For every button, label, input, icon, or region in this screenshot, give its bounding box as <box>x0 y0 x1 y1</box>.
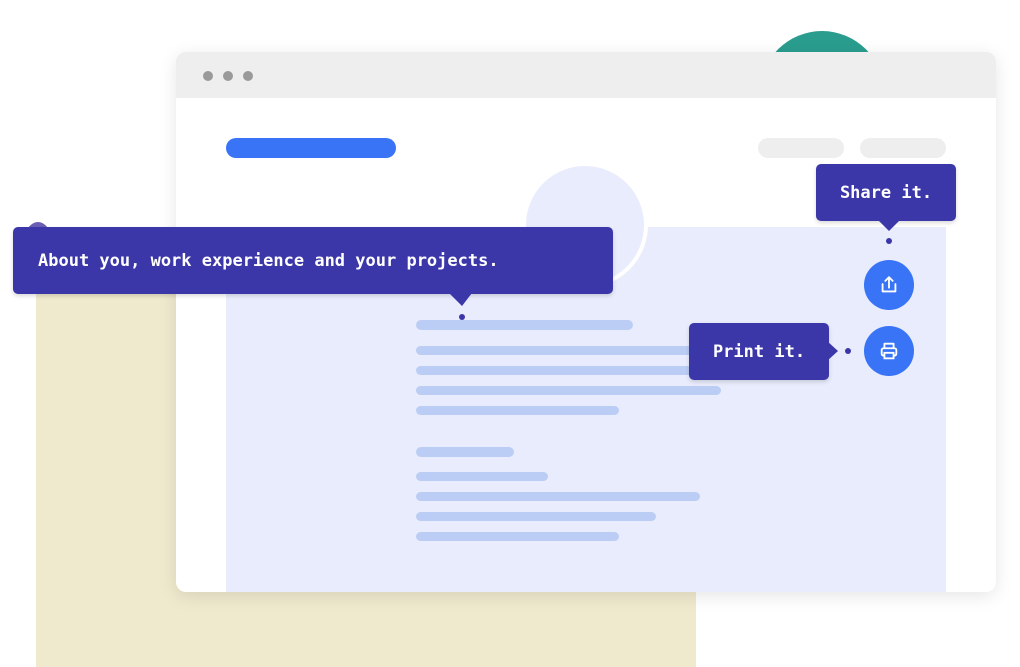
printer-icon <box>880 342 898 360</box>
logo-placeholder <box>226 138 396 158</box>
window-dot <box>223 71 233 81</box>
tooltip-share: Share it. <box>816 164 956 221</box>
text-placeholder <box>416 512 656 521</box>
tooltip-about-text: About you, work experience and your proj… <box>38 250 499 271</box>
tooltip-print-text: Print it. <box>712 341 806 362</box>
print-button[interactable] <box>864 326 914 376</box>
browser-window <box>176 52 996 592</box>
share-icon <box>881 276 897 293</box>
text-placeholder <box>416 406 619 415</box>
tooltip-about: About you, work experience and your proj… <box>13 227 613 294</box>
tooltip-share-text: Share it. <box>839 182 933 203</box>
tooltip-about-pin <box>459 314 465 320</box>
text-placeholder <box>416 472 548 481</box>
window-dot <box>203 71 213 81</box>
window-dot <box>243 71 253 81</box>
heading-placeholder <box>416 447 514 457</box>
window-titlebar <box>176 52 996 98</box>
tooltip-share-pin <box>886 238 892 244</box>
tooltip-print-pin <box>845 348 851 354</box>
tooltip-about-pointer <box>450 283 484 306</box>
share-button[interactable] <box>864 260 914 310</box>
tooltip-print-pointer <box>827 341 838 361</box>
nav-placeholder[interactable] <box>758 138 844 158</box>
text-placeholder <box>416 346 706 355</box>
text-placeholder <box>416 532 619 541</box>
text-placeholder <box>416 386 721 395</box>
tooltip-print: Print it. <box>689 323 829 380</box>
text-placeholder <box>416 492 700 501</box>
tooltip-share-pointer <box>878 220 900 231</box>
text-placeholder <box>416 366 706 375</box>
nav-placeholder[interactable] <box>860 138 946 158</box>
heading-placeholder <box>416 320 633 330</box>
